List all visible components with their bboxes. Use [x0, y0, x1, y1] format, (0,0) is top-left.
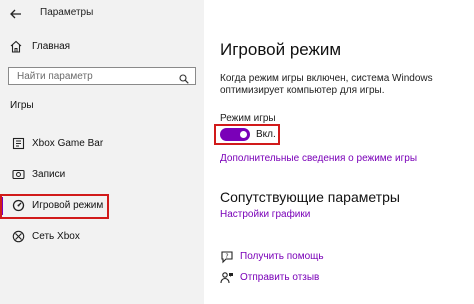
related-settings-title: Сопутствующие параметры: [220, 189, 400, 205]
back-arrow-icon[interactable]: [8, 6, 24, 22]
sidebar-item-home[interactable]: Главная: [0, 36, 204, 58]
help-icon: ?: [220, 250, 234, 264]
sidebar-item-xbox-network[interactable]: Сеть Xbox: [0, 225, 204, 249]
search-input[interactable]: Найти параметр: [8, 67, 196, 85]
sidebar-item-game-mode[interactable]: Игровой режим: [0, 194, 204, 218]
xbox-icon: [12, 230, 25, 243]
section-label-games: Игры: [10, 100, 34, 111]
get-help-label: Получить помощь: [240, 251, 324, 262]
xbox-game-bar-icon: [12, 137, 25, 150]
sidebar-item-label: Записи: [32, 169, 66, 180]
toggle-knob: [240, 131, 247, 138]
search-placeholder: Найти параметр: [17, 71, 93, 82]
more-info-link[interactable]: Дополнительные сведения о режиме игры: [220, 153, 417, 164]
send-feedback-label: Отправить отзыв: [240, 272, 320, 283]
feedback-icon: [220, 271, 234, 285]
sidebar-item-label: Сеть Xbox: [32, 231, 80, 242]
toggle-label: Режим игры: [220, 113, 276, 124]
get-help-link[interactable]: ? Получить помощь: [220, 249, 370, 265]
send-feedback-link[interactable]: Отправить отзыв: [220, 270, 370, 286]
captures-icon: [12, 168, 25, 181]
page-description: Когда режим игры включен, система Window…: [220, 73, 433, 96]
title-bar: Параметры: [0, 0, 204, 28]
game-mode-toggle[interactable]: [220, 128, 250, 141]
svg-text:?: ?: [225, 253, 228, 260]
sidebar-item-label: Главная: [32, 41, 71, 52]
page-title: Игровой режим: [220, 40, 342, 59]
toggle-state: Вкл.: [256, 129, 276, 140]
home-icon: [10, 40, 22, 53]
sidebar-item-label: Игровой режим: [32, 200, 104, 211]
sidebar-item-captures[interactable]: Записи: [0, 163, 204, 187]
game-mode-icon: [12, 199, 25, 212]
active-indicator: [0, 197, 3, 215]
app-title: Параметры: [40, 7, 94, 18]
search-icon[interactable]: [179, 71, 189, 84]
graphics-settings-link[interactable]: Настройки графики: [220, 209, 310, 220]
sidebar-item-xbox-game-bar[interactable]: Xbox Game Bar: [0, 132, 204, 156]
sidebar-item-label: Xbox Game Bar: [32, 138, 104, 149]
